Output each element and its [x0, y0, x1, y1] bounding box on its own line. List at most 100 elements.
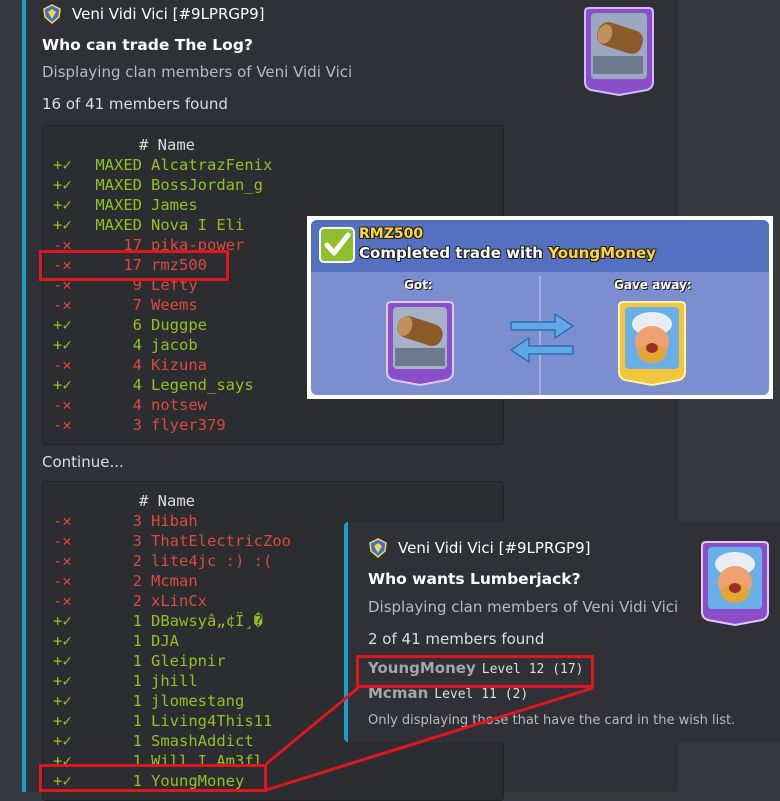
- status-symbol: +✓: [53, 216, 72, 234]
- status-symbol: +✓: [53, 176, 72, 194]
- wish-embed-title: Who wants Lumberjack?: [368, 570, 581, 588]
- member-name: BossJordan_g: [151, 176, 263, 194]
- member-name: AlcatrazFenix: [151, 156, 273, 174]
- member-level: 1: [132, 632, 142, 650]
- status-symbol: +✓: [53, 376, 72, 394]
- highlight-wish-youngmoney: [356, 655, 594, 688]
- member-name: Duggpe: [151, 316, 207, 334]
- code-header: # Name: [139, 492, 195, 510]
- member-name: flyer379: [151, 416, 226, 434]
- member-name: Weems: [151, 296, 198, 314]
- checkmark-icon: [319, 227, 355, 263]
- member-level: 3: [132, 512, 142, 530]
- member-name: jlomestang: [151, 692, 245, 710]
- status-symbol: +✓: [53, 672, 72, 690]
- member-level: 2: [132, 572, 142, 590]
- trade-partner: YoungMoney: [548, 244, 656, 262]
- member-name: Mcman: [151, 572, 198, 590]
- member-level: MAXED: [95, 216, 142, 234]
- embed-description: Displaying clan members of Veni Vidi Vic…: [42, 63, 353, 81]
- member-level: 4: [132, 396, 142, 414]
- member-name: DBawsyâ„¢Ï¸�: [151, 612, 263, 630]
- gave-label: Gave away:: [614, 278, 692, 292]
- status-symbol: -✕: [53, 572, 72, 590]
- member-name: Kizuna: [151, 356, 207, 374]
- member-name: jhill: [151, 672, 198, 690]
- member-name: Living4This11: [151, 712, 273, 730]
- lumberjack-card-icon: [618, 301, 686, 386]
- trade-text-prefix: Completed trade with: [359, 244, 549, 262]
- member-level: 6: [132, 316, 142, 334]
- member-level: 7: [132, 296, 142, 314]
- member-level: MAXED: [95, 176, 142, 194]
- member-name: Nova I Eli: [151, 216, 245, 234]
- status-symbol: +✓: [53, 316, 72, 334]
- member-name: xLinCx: [151, 592, 207, 610]
- member-level: MAXED: [95, 196, 142, 214]
- member-name: James: [151, 196, 198, 214]
- status-symbol: +✓: [53, 632, 72, 650]
- member-level: 1: [132, 692, 142, 710]
- trade-arrows-icon: [509, 312, 575, 364]
- status-symbol: -✕: [53, 296, 72, 314]
- status-symbol: +✓: [53, 156, 72, 174]
- member-name: SmashAddict: [151, 732, 254, 750]
- member-level: 1: [132, 612, 142, 630]
- member-level: 4: [132, 376, 142, 394]
- member-name: Hibah: [151, 512, 198, 530]
- wish-embed-author-name[interactable]: Veni Vidi Vici [#9LPRGP9]: [398, 539, 590, 557]
- wish-embed-description: Displaying clan members of Veni Vidi Vic…: [368, 598, 679, 616]
- lumberjack-card-thumbnail[interactable]: [700, 538, 770, 626]
- member-level: 3: [132, 416, 142, 434]
- status-symbol: -✕: [53, 356, 72, 374]
- member-level: MAXED: [95, 156, 142, 174]
- trade-card: RMZ500 Completed trade with YoungMoney G…: [307, 216, 773, 399]
- embed-author-name[interactable]: Veni Vidi Vici [#9LPRGP9]: [72, 5, 264, 23]
- member-name: DJA: [151, 632, 179, 650]
- member-name: Legend_says: [151, 376, 254, 394]
- status-symbol: -✕: [53, 512, 72, 530]
- status-symbol: +✓: [53, 732, 72, 750]
- status-symbol: -✕: [53, 416, 72, 434]
- highlight-youngmoney: [39, 764, 267, 792]
- status-symbol: -✕: [53, 552, 72, 570]
- continue-label: Continue...: [42, 453, 124, 471]
- member-name: Gleipnir: [151, 652, 226, 670]
- member-level: 2: [132, 592, 142, 610]
- member-name: jacob: [151, 336, 198, 354]
- member-level: 1: [132, 672, 142, 690]
- status-symbol: -✕: [53, 532, 72, 550]
- code-header: # Name: [139, 136, 195, 154]
- status-symbol: +✓: [53, 336, 72, 354]
- got-label: Got:: [404, 278, 433, 292]
- members-found: 16 of 41 members found: [42, 95, 228, 113]
- status-symbol: +✓: [53, 692, 72, 710]
- wish-embed: Veni Vidi Vici [#9LPRGP9] Who wants Lumb…: [344, 522, 780, 742]
- log-card-icon: [386, 301, 454, 386]
- trade-user: RMZ500: [359, 226, 424, 242]
- clan-badge-icon: [369, 538, 387, 558]
- status-symbol: +✓: [53, 612, 72, 630]
- clan-badge-icon: [43, 4, 61, 24]
- member-level: 4: [132, 336, 142, 354]
- member-level: 1: [132, 732, 142, 750]
- member-level: 1: [132, 712, 142, 730]
- member-level: 2: [132, 552, 142, 570]
- status-symbol: -✕: [53, 396, 72, 414]
- wish-members-found: 2 of 41 members found: [368, 630, 545, 648]
- trade-card-inner: RMZ500 Completed trade with YoungMoney G…: [311, 220, 769, 395]
- member-level: 1: [132, 652, 142, 670]
- wish-member-level: Level 11 (2): [434, 687, 529, 702]
- trade-text: Completed trade with YoungMoney: [359, 244, 656, 262]
- member-level: 3: [132, 532, 142, 550]
- status-symbol: +✓: [53, 712, 72, 730]
- wish-embed-author: Veni Vidi Vici [#9LPRGP9]: [368, 538, 590, 558]
- member-name: lite4jc :) :(: [151, 552, 273, 570]
- member-level: 4: [132, 356, 142, 374]
- member-name: notsew: [151, 396, 207, 414]
- embed-author: Veni Vidi Vici [#9LPRGP9]: [42, 4, 264, 24]
- log-card-thumbnail[interactable]: [583, 4, 655, 96]
- status-symbol: +✓: [53, 652, 72, 670]
- embed-title: Who can trade The Log?: [42, 36, 253, 54]
- status-symbol: -✕: [53, 592, 72, 610]
